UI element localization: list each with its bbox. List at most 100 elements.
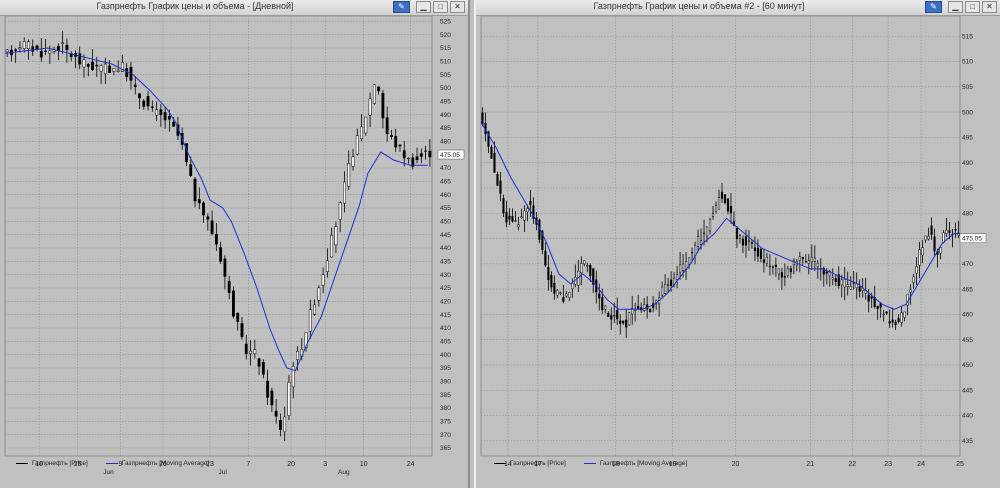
candle-body bbox=[39, 50, 43, 58]
x-tick-label: 24 bbox=[407, 461, 415, 468]
y-tick-label: 440 bbox=[440, 245, 451, 252]
y-tick-label: 465 bbox=[962, 286, 973, 293]
candle-body bbox=[95, 64, 99, 67]
candle-body bbox=[771, 266, 774, 268]
y-tick-label: 455 bbox=[962, 337, 973, 344]
x-tick-label: 10 bbox=[360, 461, 368, 468]
candle-body bbox=[163, 112, 167, 121]
candle-body bbox=[682, 263, 685, 271]
candle-body bbox=[780, 272, 783, 278]
pin-icon[interactable]: ✎ bbox=[393, 1, 410, 13]
candle-body bbox=[372, 84, 376, 104]
candle-body bbox=[918, 249, 921, 266]
plot-area[interactable] bbox=[4, 16, 433, 457]
pin-icon[interactable]: ✎ bbox=[925, 1, 942, 13]
candle-body bbox=[927, 235, 930, 240]
candle-body bbox=[726, 198, 730, 212]
candle-body bbox=[493, 152, 496, 173]
candle-body bbox=[390, 135, 393, 137]
month-label: Jul bbox=[219, 469, 228, 476]
y-tick-label: 485 bbox=[962, 185, 973, 192]
candle-body bbox=[568, 292, 571, 298]
restore-icon[interactable]: □ bbox=[965, 1, 980, 13]
candle-body bbox=[270, 390, 274, 406]
candle-body bbox=[514, 220, 517, 222]
y-tick-label: 460 bbox=[962, 312, 973, 319]
minimize-icon[interactable]: ▁ bbox=[948, 1, 963, 13]
candle-body bbox=[347, 163, 351, 187]
candle-body bbox=[219, 247, 223, 262]
y-tick-label: 480 bbox=[962, 210, 973, 217]
candle-body bbox=[807, 260, 810, 264]
candle-body bbox=[607, 312, 610, 317]
candle-body bbox=[613, 315, 616, 317]
x-tick-label: 22 bbox=[848, 461, 856, 468]
x-tick-label: 7 bbox=[246, 461, 250, 468]
candle-body bbox=[625, 319, 628, 328]
candle-body bbox=[296, 351, 299, 361]
candle-body bbox=[511, 216, 514, 222]
hourly-chart-legend: Газпрнефть [Price] Газпрнефть [Moving Av… bbox=[494, 460, 687, 467]
candle-body bbox=[334, 226, 338, 246]
daily-chart-legend: Газпрнефть [Price] Газпрнефть [Moving Av… bbox=[16, 460, 209, 467]
candle-body bbox=[253, 349, 257, 355]
candle-body bbox=[261, 362, 265, 375]
candle-body bbox=[643, 304, 646, 311]
candle-body bbox=[667, 284, 670, 286]
candle-body bbox=[526, 208, 529, 213]
candle-body bbox=[103, 63, 107, 74]
candle-body bbox=[924, 235, 927, 241]
ma-legend-label: Газпрнефть [Moving Average] bbox=[121, 460, 210, 467]
candle-body bbox=[753, 247, 757, 252]
candle-body bbox=[544, 250, 547, 266]
candle-body bbox=[44, 50, 47, 52]
candle-body bbox=[888, 321, 891, 324]
restore-icon[interactable]: □ bbox=[433, 1, 448, 13]
candle-body bbox=[360, 126, 363, 139]
candle-body bbox=[954, 229, 957, 231]
x-tick-label: 20 bbox=[732, 461, 740, 468]
y-tick-label: 395 bbox=[440, 365, 451, 372]
candle-body bbox=[945, 229, 948, 234]
daily-chart-titlebar[interactable]: Газпрнефть График цены и объема - [Дневн… bbox=[0, 0, 468, 16]
y-tick-label: 445 bbox=[962, 387, 973, 394]
candle-body bbox=[930, 225, 933, 235]
minimize-icon[interactable]: ▁ bbox=[416, 1, 431, 13]
candle-body bbox=[407, 157, 410, 160]
candle-body bbox=[490, 146, 493, 159]
candle-body bbox=[825, 271, 828, 274]
candle-body bbox=[167, 115, 171, 120]
y-tick-label: 505 bbox=[440, 72, 451, 79]
candle-body bbox=[870, 296, 873, 299]
y-tick-label: 420 bbox=[440, 299, 451, 306]
close-icon[interactable]: ✕ bbox=[982, 1, 997, 13]
candle-body bbox=[882, 313, 885, 316]
candle-body bbox=[138, 93, 141, 99]
candle-body bbox=[933, 236, 936, 252]
candle-body bbox=[810, 257, 813, 263]
x-tick-label: 21 bbox=[806, 461, 814, 468]
candle-body bbox=[517, 224, 520, 228]
candle-body bbox=[502, 197, 505, 214]
hourly-chart-titlebar[interactable]: Газпрнефть График цены и объема #2 - [60… bbox=[476, 0, 1000, 16]
candle-body bbox=[774, 264, 777, 268]
candle-body bbox=[894, 321, 897, 326]
hourly-price-chart[interactable]: 4354404454504554604654704754804854904955… bbox=[476, 16, 1000, 488]
y-tick-label: 520 bbox=[440, 32, 451, 39]
close-icon[interactable]: ✕ bbox=[450, 1, 465, 13]
candle-body bbox=[912, 276, 915, 283]
candle-body bbox=[172, 121, 176, 127]
candle-body bbox=[604, 305, 607, 310]
candle-body bbox=[325, 260, 329, 272]
x-tick-label: 23 bbox=[884, 461, 892, 468]
candle-body bbox=[813, 257, 816, 262]
daily-price-chart[interactable]: 365 370 375 380 385 390 395 400 405 410 415 420 425 4… bbox=[0, 16, 470, 488]
candle-body bbox=[150, 106, 154, 108]
candle-body bbox=[939, 247, 942, 254]
candle-body bbox=[610, 315, 613, 320]
candle-body bbox=[628, 312, 631, 326]
y-tick-label: 445 bbox=[440, 232, 451, 239]
candle-body bbox=[381, 93, 385, 119]
candle-body bbox=[897, 318, 900, 322]
last-price-label: 475.05 bbox=[440, 152, 460, 159]
